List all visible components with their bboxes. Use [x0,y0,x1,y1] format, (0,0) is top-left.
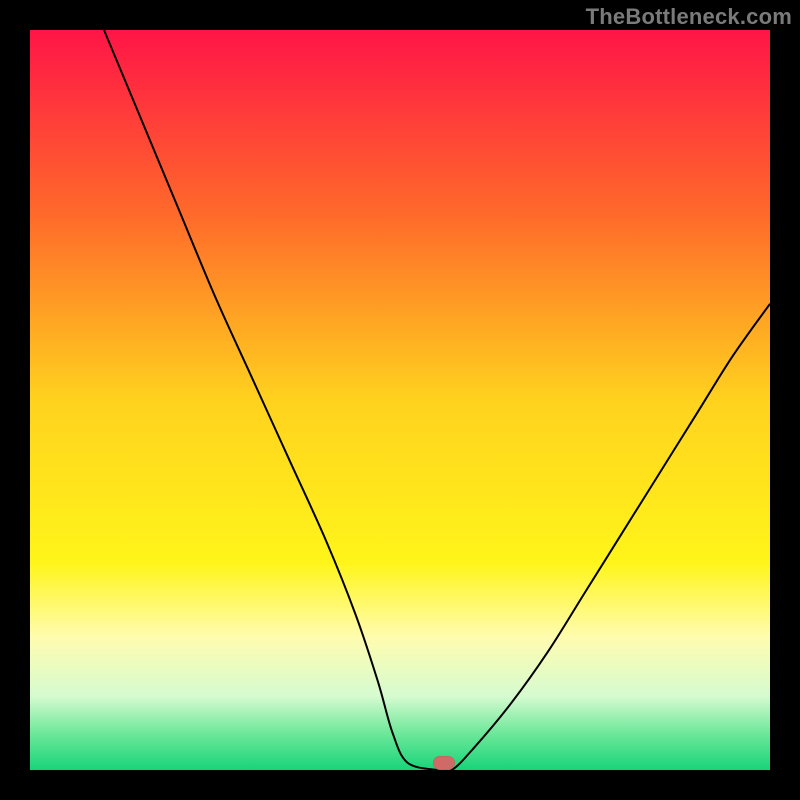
chart-frame: TheBottleneck.com [0,0,800,800]
watermark-text: TheBottleneck.com [586,4,792,30]
gradient-background [30,30,770,770]
optimal-point-marker [433,756,455,770]
plot-area [30,30,770,770]
chart-svg [30,30,770,770]
